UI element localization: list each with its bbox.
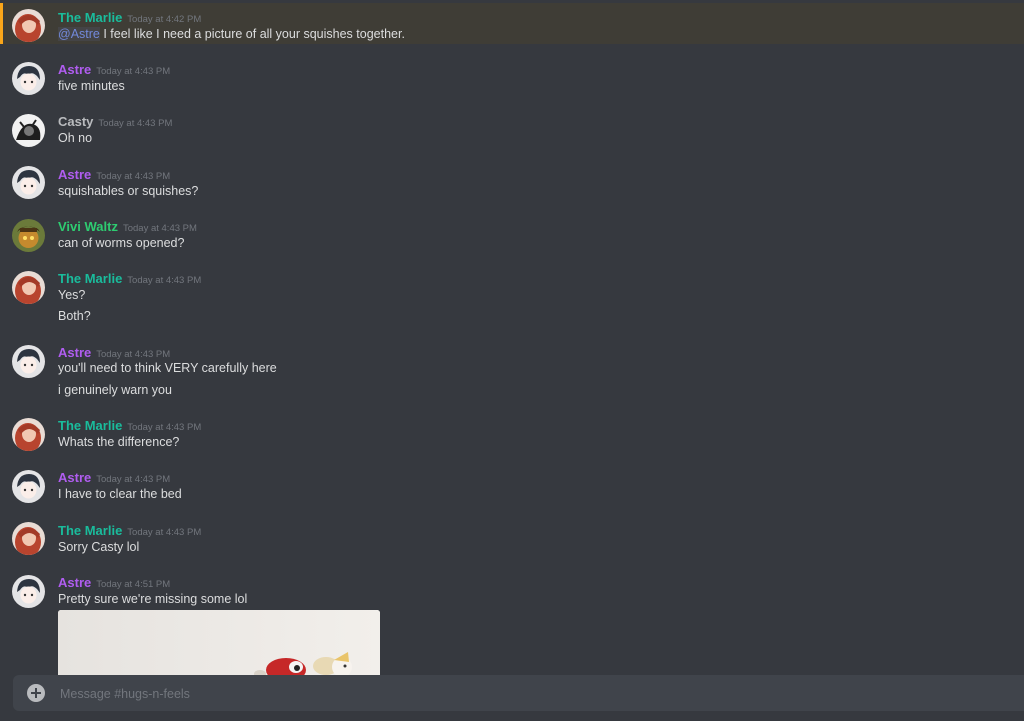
astre-avatar-icon[interactable] [12,470,45,503]
message-text: I have to clear the bed [58,487,182,501]
astre-avatar-icon[interactable] [12,575,45,608]
message-text: Pretty sure we're missing some lol [58,592,248,606]
marlie-avatar-icon[interactable] [12,522,45,555]
message-text: i genuinely warn you [58,383,172,397]
message-author[interactable]: The Marlie [58,418,122,433]
message-author[interactable]: Astre [58,167,91,182]
message-timestamp: Today at 4:51 PM [96,579,171,590]
marlie-avatar-icon[interactable] [12,9,45,42]
astre-avatar-icon[interactable] [12,62,45,95]
message-author[interactable]: Astre [58,345,91,360]
message-author[interactable]: Astre [58,62,91,77]
message-text: I feel like I need a picture of all your… [103,27,405,41]
astre-avatar-icon[interactable] [12,166,45,199]
message-timestamp: Today at 4:43 PM [96,171,171,182]
message-text: Oh no [58,131,93,145]
message-author[interactable]: Casty [58,114,93,129]
message-author[interactable]: Vivi Waltz [58,219,118,234]
message-text: Sorry Casty lol [58,540,140,554]
plus-circle-icon[interactable] [27,684,45,702]
message-timestamp: Today at 4:43 PM [122,223,197,234]
casty-avatar-icon[interactable] [12,114,45,147]
message-timestamp: Today at 4:43 PM [127,527,202,538]
message-text: you'll need to think VERY carefully here [58,361,277,375]
message-timestamp: Today at 4:43 PM [98,118,173,129]
message-author[interactable]: Astre [58,470,91,485]
user-mention[interactable]: @Astre [58,27,100,41]
message-timestamp: Today at 4:42 PM [127,14,202,25]
message-timestamp: Today at 4:43 PM [127,275,202,286]
message-text: Both? [58,309,91,323]
message-timestamp: Today at 4:43 PM [127,422,202,433]
message-author[interactable]: The Marlie [58,523,122,538]
message-timestamp: Today at 4:43 PM [96,66,171,77]
composer-footer [0,711,1024,721]
message-text: squishables or squishes? [58,184,199,198]
marlie-avatar-icon[interactable] [12,271,45,304]
message-text: Whats the difference? [58,435,180,449]
message-input[interactable] [58,681,962,707]
message-list[interactable]: The Marlie Today at 4:42 PM @Astre I feel… [0,0,1024,675]
message-content: @Astre I feel like I need a picture of a… [58,27,405,41]
message-author[interactable]: The Marlie [58,271,122,286]
message-timestamp: Today at 4:43 PM [96,349,171,360]
message-timestamp: Today at 4:43 PM [96,474,171,485]
astre-avatar-icon[interactable] [12,345,45,378]
message-composer [13,675,1024,711]
marlie-avatar-icon[interactable] [12,418,45,451]
message-text: can of worms opened? [58,236,185,250]
message-text: five minutes [58,79,125,93]
message-text: Yes? [58,288,86,302]
message-author[interactable]: The Marlie [58,10,122,25]
message-author[interactable]: Astre [58,575,91,590]
vivi-avatar-icon[interactable] [12,219,45,252]
image-attachment-icon[interactable] [58,610,380,675]
